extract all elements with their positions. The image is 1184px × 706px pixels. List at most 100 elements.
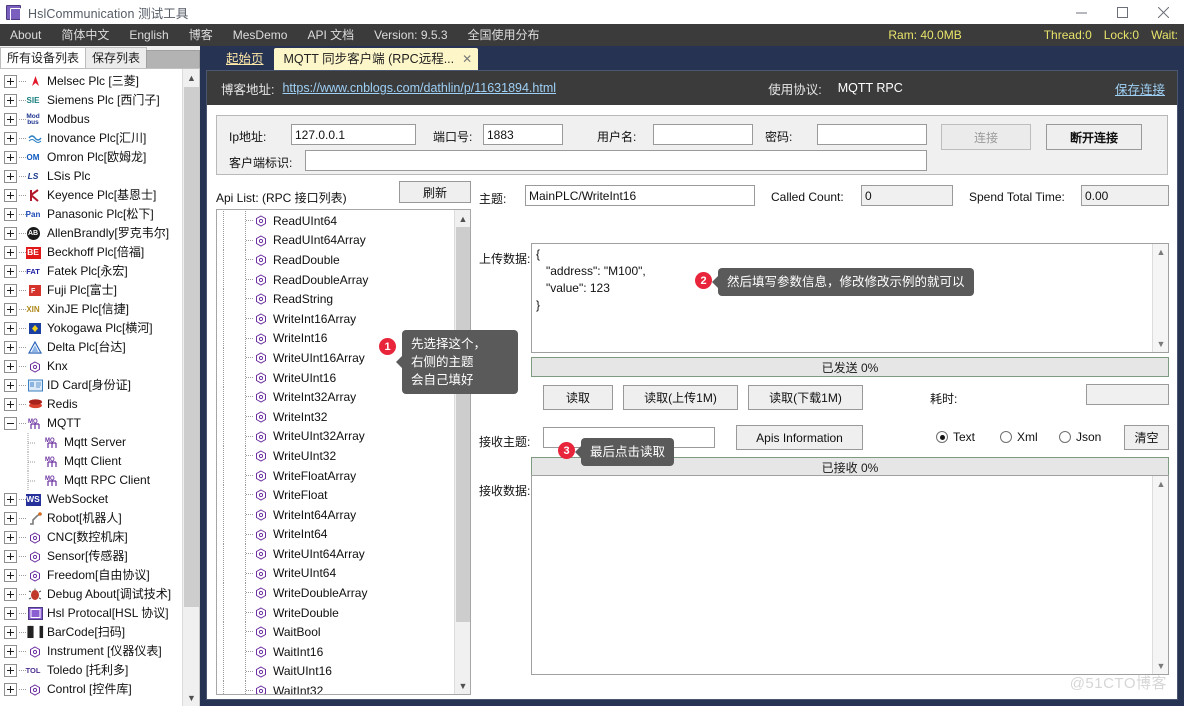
upload-scroll-up-icon[interactable]: ▲: [1153, 244, 1168, 260]
expand-icon[interactable]: [4, 569, 17, 582]
expand-icon[interactable]: [4, 132, 17, 145]
tree-item-lsis-plc[interactable]: LS LSis Plc: [0, 167, 199, 186]
tree-item-delta-plc[interactable]: Delta Plc[台达]: [0, 338, 199, 357]
tab-close-icon[interactable]: ✕: [462, 53, 472, 65]
expand-icon[interactable]: [4, 227, 17, 240]
tree-item-panasonic-plc[interactable]: Pan Panasonic Plc[松下]: [0, 205, 199, 224]
expand-icon[interactable]: [4, 284, 17, 297]
password-input[interactable]: [817, 124, 927, 145]
tree-item-hsl-protocal-hsl[interactable]: Hsl Protocal[HSL 协议]: [0, 604, 199, 623]
clear-button[interactable]: 清空: [1124, 425, 1169, 450]
expand-icon[interactable]: [4, 607, 17, 620]
menu-item-blog[interactable]: 博客: [179, 24, 223, 46]
expand-icon[interactable]: [4, 360, 17, 373]
tree-item-beckhoff-plc[interactable]: BE Beckhoff Plc[倍福]: [0, 243, 199, 262]
expand-icon[interactable]: [4, 151, 17, 164]
expand-icon[interactable]: [4, 189, 17, 202]
read-upload-1m-button[interactable]: 读取(上传1M): [623, 385, 738, 410]
blog-url-link[interactable]: https://www.cnblogs.com/dathlin/p/116318…: [282, 81, 556, 95]
expand-icon[interactable]: [4, 265, 17, 278]
menu-item-api-doc[interactable]: API 文档: [297, 24, 364, 46]
api-list-item[interactable]: WriteUInt64Array: [217, 544, 453, 564]
receive-textarea-scrollbar[interactable]: ▲ ▼: [1152, 476, 1168, 674]
menu-item-chinese[interactable]: 简体中文: [51, 24, 119, 46]
receive-scroll-up-icon[interactable]: ▲: [1153, 476, 1168, 492]
expand-icon[interactable]: [4, 645, 17, 658]
expand-icon[interactable]: [4, 322, 17, 335]
tree-item-mqtt-rpc-client[interactable]: MQ Mqtt RPC Client: [0, 471, 199, 490]
tree-scroll-thumb[interactable]: [184, 87, 199, 607]
tree-item-keyence-plc[interactable]: Keyence Plc[基恩士]: [0, 186, 199, 205]
close-button[interactable]: [1143, 0, 1184, 24]
api-list-item[interactable]: WriteDoubleArray: [217, 583, 453, 603]
api-list-scrollbar[interactable]: ▲ ▼: [454, 210, 470, 694]
menu-item-version[interactable]: Version: 9.5.3: [364, 24, 457, 46]
api-list-item[interactable]: WaitUInt16: [217, 661, 453, 682]
tab-mqtt-rpc-client[interactable]: MQTT 同步客户端 (RPC远程... ✕: [273, 48, 479, 70]
read-download-1m-button[interactable]: 读取(下载1M): [748, 385, 863, 410]
tree-item-siemens-plc[interactable]: SIE Siemens Plc [西门子]: [0, 91, 199, 110]
tree-item-inovance-plc[interactable]: Inovance Plc[汇川]: [0, 129, 199, 148]
menu-item-distribution[interactable]: 全国使用分布: [458, 24, 550, 46]
expand-icon[interactable]: [4, 170, 17, 183]
api-list-item[interactable]: WaitInt32: [217, 681, 453, 694]
read-button[interactable]: 读取: [543, 385, 613, 410]
tree-item-toledo[interactable]: TOL Toledo [托利多]: [0, 661, 199, 680]
api-list-item[interactable]: ReadUInt64: [217, 211, 453, 231]
apis-information-button[interactable]: Apis Information: [736, 425, 863, 450]
username-input[interactable]: [653, 124, 753, 145]
expand-icon[interactable]: [4, 398, 17, 411]
expand-icon[interactable]: [4, 75, 17, 88]
tree-item-mqtt-client[interactable]: MQ Mqtt Client: [0, 452, 199, 471]
expand-icon[interactable]: [4, 512, 17, 525]
tree-item-freedom[interactable]: Freedom[自由协议]: [0, 566, 199, 585]
tree-item-id-card[interactable]: ID Card[身份证]: [0, 376, 199, 395]
expand-icon[interactable]: [4, 683, 17, 696]
api-scroll-thumb[interactable]: [456, 227, 470, 622]
maximize-button[interactable]: [1102, 0, 1143, 24]
api-list-item[interactable]: ReadString: [217, 289, 453, 309]
tree-item-mqtt[interactable]: MQ MQTT: [0, 414, 199, 433]
expand-icon[interactable]: [4, 303, 17, 316]
upload-scroll-down-icon[interactable]: ▼: [1153, 336, 1168, 352]
tree-item-omron-plc[interactable]: OM Omron Plc[欧姆龙]: [0, 148, 199, 167]
expand-icon[interactable]: [4, 208, 17, 221]
api-list-item[interactable]: WriteInt64: [217, 524, 453, 545]
expand-icon[interactable]: [4, 531, 17, 544]
refresh-button[interactable]: 刷新: [399, 181, 471, 203]
tree-item-cnc[interactable]: CNC[数控机床]: [0, 528, 199, 547]
radio-xml[interactable]: Xml: [1000, 430, 1038, 444]
scroll-up-icon[interactable]: ▲: [183, 69, 199, 86]
tree-item-control[interactable]: Control [控件库]: [0, 680, 199, 699]
tree-item-allenbrandly[interactable]: AB AllenBrandly[罗克韦尔]: [0, 224, 199, 243]
api-list-item[interactable]: WriteInt64Array: [217, 504, 453, 525]
save-connection-link[interactable]: 保存连接: [1115, 79, 1165, 98]
expand-icon[interactable]: [4, 94, 17, 107]
expand-icon[interactable]: [4, 379, 17, 392]
upload-data-textarea[interactable]: { "address": "M100", "value": 123 } ▲ ▼: [531, 243, 1169, 353]
topic-input[interactable]: [525, 185, 755, 206]
radio-json[interactable]: Json: [1059, 430, 1101, 444]
api-list-item[interactable]: WriteInt16Array: [217, 308, 453, 329]
api-list-item[interactable]: ReadDouble: [217, 250, 453, 270]
api-list-item[interactable]: ReadUInt64Array: [217, 230, 453, 251]
tree-item-websocket[interactable]: WS WebSocket: [0, 490, 199, 509]
client-id-input[interactable]: [305, 150, 927, 171]
tree-item-fuji-plc[interactable]: F Fuji Plc[富士]: [0, 281, 199, 300]
expand-icon[interactable]: [4, 664, 17, 677]
expand-icon[interactable]: [4, 588, 17, 601]
receive-data-textarea[interactable]: ▲ ▼: [531, 475, 1169, 675]
left-tab-all-devices[interactable]: 所有设备列表: [0, 47, 87, 68]
api-list-item[interactable]: WriteFloat: [217, 485, 453, 505]
tree-item-robot[interactable]: Robot[机器人]: [0, 509, 199, 528]
port-input[interactable]: [483, 124, 563, 145]
minimize-button[interactable]: [1061, 0, 1102, 24]
tree-item-melsec-plc[interactable]: Melsec Plc [三菱]: [0, 72, 199, 91]
scroll-down-icon[interactable]: ▼: [183, 689, 199, 706]
collapse-icon[interactable]: [4, 417, 17, 430]
tree-item-sensor[interactable]: Sensor[传感器]: [0, 547, 199, 566]
api-scroll-down-icon[interactable]: ▼: [455, 677, 470, 694]
tree-item-redis[interactable]: Redis: [0, 395, 199, 414]
api-list-item[interactable]: WaitBool: [217, 622, 453, 643]
api-list-box[interactable]: ReadUInt64 ReadUInt64Array ReadDouble ReadD…: [216, 209, 471, 695]
